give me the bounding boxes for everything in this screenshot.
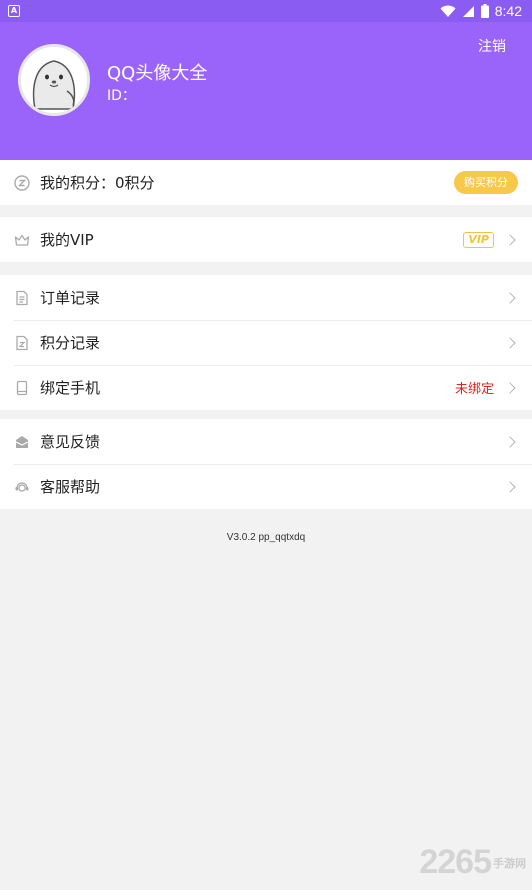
orders-label: 订单记录 bbox=[40, 289, 101, 307]
battery-icon bbox=[480, 4, 489, 18]
customer-service-icon bbox=[14, 479, 30, 495]
vip-label: 我的VIP bbox=[40, 231, 94, 249]
points-label: 我的积分： bbox=[40, 174, 116, 192]
seal-avatar-image bbox=[21, 47, 87, 113]
phone-icon bbox=[14, 380, 30, 396]
bind-status: 未绑定 bbox=[454, 382, 494, 397]
app-version: V3.0.2 pp_qqtxdq bbox=[226, 532, 306, 543]
chevron-right-icon bbox=[504, 480, 516, 493]
chevron-right-icon bbox=[504, 381, 516, 394]
avatar[interactable] bbox=[18, 44, 90, 116]
site-watermark: 2265 手游网 bbox=[419, 843, 526, 882]
user-id: ID： bbox=[107, 88, 136, 104]
points-card: 我的积分：0积分 购买积分 bbox=[0, 160, 532, 205]
status-bar: A 8:42 bbox=[0, 0, 532, 22]
help-label: 客服帮助 bbox=[40, 478, 101, 496]
chevron-right-icon bbox=[504, 435, 516, 448]
order-document-icon bbox=[14, 290, 30, 306]
points-history-label: 积分记录 bbox=[40, 334, 101, 352]
chevron-right-icon bbox=[504, 291, 516, 304]
feedback-label: 意见反馈 bbox=[40, 433, 101, 451]
feedback-row[interactable]: 意见反馈 bbox=[0, 419, 532, 464]
profile-header: 注销 QQ头像大全 ID： bbox=[0, 22, 532, 160]
app-notification-icon: A bbox=[8, 5, 20, 17]
logout-button[interactable]: 注销 bbox=[478, 36, 506, 56]
orders-row[interactable]: 订单记录 bbox=[0, 275, 532, 320]
wifi-icon bbox=[440, 5, 456, 17]
vip-card: 我的VIP VIP bbox=[0, 217, 532, 262]
clock: 8:42 bbox=[494, 3, 522, 19]
points-history-row[interactable]: 积分记录 bbox=[0, 320, 532, 365]
support-card: 意见反馈 客服帮助 bbox=[0, 419, 532, 509]
points-summary: 我的积分：0积分 bbox=[40, 172, 454, 193]
bind-phone-row[interactable]: 绑定手机 未绑定 bbox=[0, 365, 532, 410]
points-document-icon bbox=[14, 335, 30, 351]
vip-badge: VIP bbox=[463, 231, 494, 248]
watermark-number: 2265 bbox=[419, 843, 492, 881]
crown-icon bbox=[14, 232, 30, 248]
watermark-text: 手游网 bbox=[493, 856, 526, 870]
points-value: 0积分 bbox=[115, 174, 155, 192]
username: QQ头像大全 bbox=[107, 63, 208, 84]
feedback-inbox-icon bbox=[14, 434, 30, 450]
chevron-right-icon bbox=[504, 336, 516, 349]
signal-icon bbox=[462, 5, 474, 17]
points-coin-icon bbox=[14, 174, 30, 191]
points-row: 我的积分：0积分 购买积分 bbox=[0, 160, 532, 205]
chevron-right-icon bbox=[504, 233, 516, 246]
bind-phone-label: 绑定手机 bbox=[40, 379, 101, 397]
records-card: 订单记录 积分记录 绑定手机 未绑定 bbox=[0, 275, 532, 410]
help-row[interactable]: 客服帮助 bbox=[0, 464, 532, 509]
vip-row[interactable]: 我的VIP VIP bbox=[0, 217, 532, 262]
buy-points-button[interactable]: 购买积分 bbox=[454, 171, 518, 194]
